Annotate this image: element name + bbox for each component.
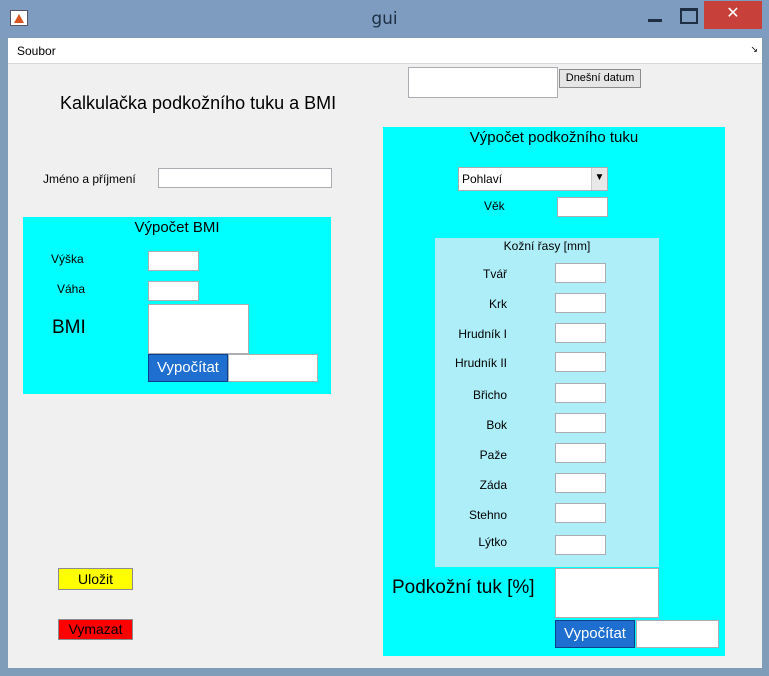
name-label: Jméno a příjmení <box>43 172 136 186</box>
fold-input-thigh[interactable] <box>555 503 606 523</box>
bmi-panel: Výpočet BMI Výška Váha BMI Vypočítat <box>23 217 331 394</box>
fold-input-calf[interactable] <box>555 535 606 555</box>
fold-label: Tvář <box>483 267 507 281</box>
skin-folds-panel: Kožní řasy [mm] Tvář Krk Hrudník I Hrudn… <box>435 238 659 567</box>
sex-select[interactable]: Pohlaví ▼ <box>458 167 608 191</box>
figure-area: Dnešní datum Kalkulačka podkožního tuku … <box>8 64 762 668</box>
fold-label: Břicho <box>472 388 507 402</box>
bmi-result-field <box>148 304 249 354</box>
fold-input-chest-2[interactable] <box>555 352 606 372</box>
menu-bar: Soubor ↘ <box>8 38 762 64</box>
fold-label: Bok <box>486 418 507 432</box>
fat-panel: Výpočet podkožního tuku Pohlaví ▼ Věk Ko… <box>383 127 725 656</box>
fold-label: Hrudník I <box>458 327 507 341</box>
bmi-panel-title: Výpočet BMI <box>134 219 220 236</box>
bmi-compute-button[interactable]: Vypočítat <box>148 354 228 382</box>
skin-folds-title: Kožní řasy [mm] <box>503 239 591 253</box>
maximize-button[interactable] <box>672 4 702 26</box>
fat-value-field <box>636 620 719 648</box>
minimize-button[interactable] <box>640 4 670 26</box>
today-date-button[interactable]: Dnešní datum <box>559 69 641 88</box>
fat-result-label: Podkožní tuk [%] <box>392 577 535 598</box>
bmi-value-field <box>228 354 318 382</box>
age-label: Věk <box>484 199 505 213</box>
height-input[interactable] <box>148 251 199 271</box>
toolbar-toggle-icon[interactable]: ↘ <box>750 44 758 55</box>
page-title: Kalkulačka podkožního tuku a BMI <box>60 93 337 113</box>
sex-select-value: Pohlaví <box>462 172 503 186</box>
fold-label: Paže <box>479 448 507 462</box>
weight-label: Váha <box>57 282 86 296</box>
age-input[interactable] <box>557 197 608 217</box>
name-input[interactable] <box>158 168 332 188</box>
fold-input-chest-1[interactable] <box>555 323 606 343</box>
close-icon: ✕ <box>726 5 740 22</box>
fold-input-belly[interactable] <box>555 383 606 403</box>
clear-button[interactable]: Vymazat <box>58 619 133 640</box>
fold-label: Stehno <box>468 508 507 522</box>
chevron-down-icon: ▼ <box>591 168 607 190</box>
fat-compute-button[interactable]: Vypočítat <box>555 620 635 648</box>
height-label: Výška <box>51 252 84 266</box>
weight-input[interactable] <box>148 281 199 301</box>
fold-input-arm[interactable] <box>555 443 606 463</box>
date-field[interactable] <box>408 67 558 98</box>
title-bar[interactable]: gui ✕ <box>0 0 769 38</box>
menu-file[interactable]: Soubor <box>17 44 56 58</box>
fold-input-neck[interactable] <box>555 293 606 313</box>
fold-input-back[interactable] <box>555 473 606 493</box>
close-button[interactable]: ✕ <box>704 1 762 29</box>
fold-label: Lýtko <box>478 535 507 549</box>
fat-result-field <box>555 568 659 618</box>
fold-input-face[interactable] <box>555 263 606 283</box>
fold-label: Krk <box>489 297 507 311</box>
save-button[interactable]: Uložit <box>58 568 133 590</box>
fold-input-hip[interactable] <box>555 413 606 433</box>
fold-label: Hrudník II <box>454 356 507 370</box>
fat-panel-title: Výpočet podkožního tuku <box>469 129 639 146</box>
bmi-label: BMI <box>52 317 86 338</box>
fold-label: Záda <box>479 478 507 492</box>
